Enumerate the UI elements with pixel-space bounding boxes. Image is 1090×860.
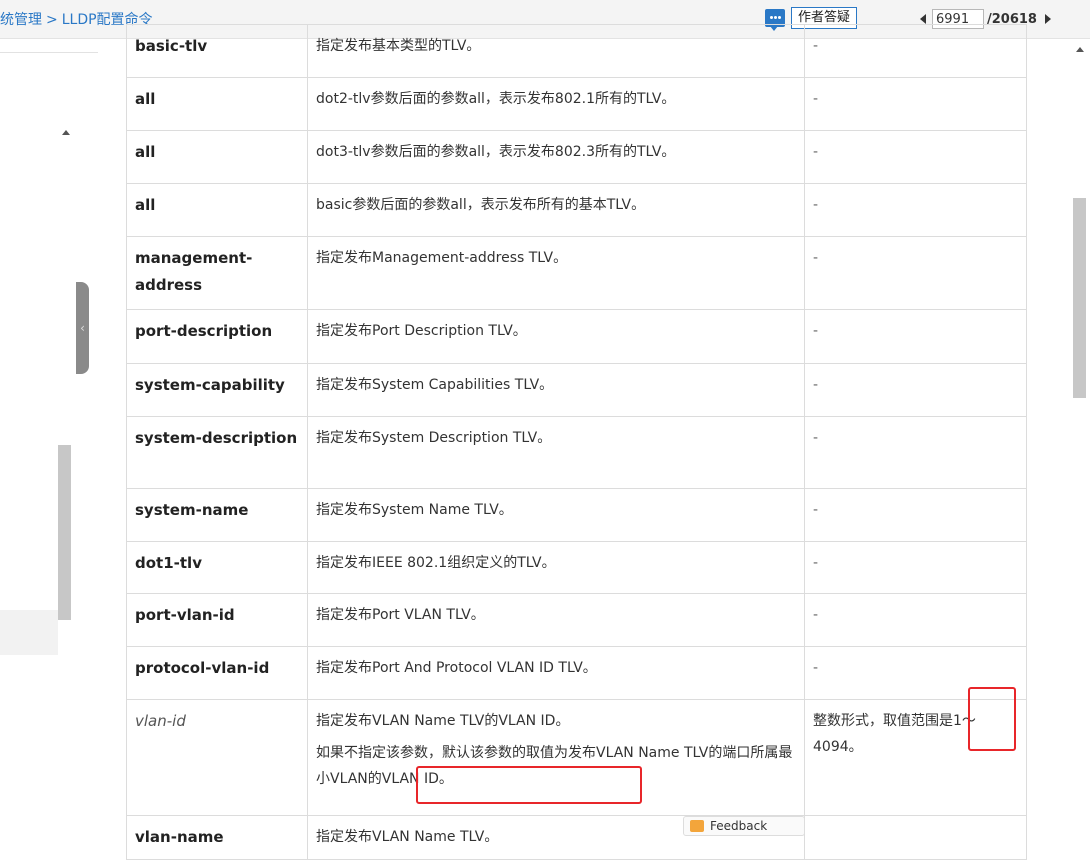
table-row: system-name 指定发布System Name TLV。 - [126,488,1027,542]
param-value: - [813,197,819,213]
prev-page-icon[interactable] [920,14,926,24]
table-row: port-description 指定发布Port Description TL… [126,309,1027,364]
param-name: all [135,90,156,108]
param-desc: 指定发布IEEE 802.1组织定义的TLV。 [316,555,556,571]
param-value: 整数形式，取值范围是1～4094。 [813,713,976,755]
table-row: system-capability 指定发布System Capabilitie… [126,363,1027,417]
param-desc: 指定发布Port And Protocol VLAN ID TLV。 [316,660,597,676]
breadcrumb-separator: > [46,12,58,28]
left-scroll-up-icon[interactable] [62,130,70,135]
param-desc: 指定发布System Capabilities TLV。 [316,377,554,393]
highlight-min-vlan [416,766,642,804]
param-desc: 指定发布Port VLAN TLV。 [316,607,485,623]
breadcrumb-parent[interactable]: 统管理 [0,12,42,28]
param-desc: dot2-tlv参数后面的参数all，表示发布802.1所有的TLV。 [316,91,676,107]
left-scrollbar-thumb[interactable] [58,445,71,620]
param-value: - [813,38,819,54]
table-row-partial: vlan-name 指定发布VLAN Name TLV。 [126,815,1027,860]
param-desc: 指定发布VLAN Name TLV的VLAN ID。 [316,713,570,729]
param-value: - [813,607,819,623]
param-value: - [813,555,819,571]
parameter-table: basic-tlv 指定发布基本类型的TLV。 - all dot2-tlv参数… [126,24,1027,860]
table-row: dot1-tlv 指定发布IEEE 802.1组织定义的TLV。 - [126,541,1027,594]
param-value: - [813,502,819,518]
param-name: management-address [135,249,253,294]
feedback-button[interactable]: Feedback [683,816,805,836]
feedback-icon [690,820,704,832]
param-desc: 指定发布基本类型的TLV。 [316,38,481,54]
param-name: all [135,196,156,214]
param-name: vlan-id [135,712,186,730]
param-value: - [813,323,819,339]
table-row: all basic参数后面的参数all，表示发布所有的基本TLV。 - [126,183,1027,237]
param-name: system-name [135,501,249,519]
param-value: - [813,144,819,160]
table-row: basic-tlv 指定发布基本类型的TLV。 - [126,24,1027,78]
param-desc: dot3-tlv参数后面的参数all，表示发布802.3所有的TLV。 [316,144,676,160]
right-scroll-up-icon[interactable] [1076,47,1084,52]
param-desc: 指定发布Management-address TLV。 [316,250,568,266]
param-value: - [813,660,819,676]
chevron-left-icon: ‹ [80,321,85,335]
param-name: dot1-tlv [135,554,202,572]
param-value: - [813,377,819,393]
param-value: - [813,250,819,266]
param-name: port-vlan-id [135,606,235,624]
param-name: system-description [135,429,298,447]
param-desc: 指定发布Port Description TLV。 [316,323,527,339]
table-row: all dot2-tlv参数后面的参数all，表示发布802.1所有的TLV。 … [126,77,1027,131]
param-name: basic-tlv [135,37,208,55]
param-desc: 指定发布System Name TLV。 [316,502,513,518]
left-selected-item[interactable] [0,610,58,655]
param-desc: 指定发布System Description TLV。 [316,430,552,446]
table-row: management-address 指定发布Management-addres… [126,236,1027,310]
param-name: system-capability [135,376,285,394]
param-name: all [135,143,156,161]
table-row: system-description 指定发布System Descriptio… [126,416,1027,489]
table-row: protocol-vlan-id 指定发布Port And Protocol V… [126,646,1027,700]
highlight-range-start [968,687,1016,751]
param-value: - [813,430,819,446]
left-pane-divider [0,52,98,53]
right-scrollbar-thumb[interactable] [1073,198,1086,398]
param-desc: basic参数后面的参数all，表示发布所有的基本TLV。 [316,197,646,213]
param-name: port-description [135,322,273,340]
table-row: all dot3-tlv参数后面的参数all，表示发布802.3所有的TLV。 … [126,130,1027,184]
param-value: - [813,91,819,107]
collapse-sidebar-handle[interactable]: ‹ [76,282,89,374]
param-desc: 指定发布VLAN Name TLV。 [316,829,499,845]
table-row: port-vlan-id 指定发布Port VLAN TLV。 - [126,593,1027,647]
next-page-icon[interactable] [1044,14,1051,24]
param-name: protocol-vlan-id [135,659,270,677]
